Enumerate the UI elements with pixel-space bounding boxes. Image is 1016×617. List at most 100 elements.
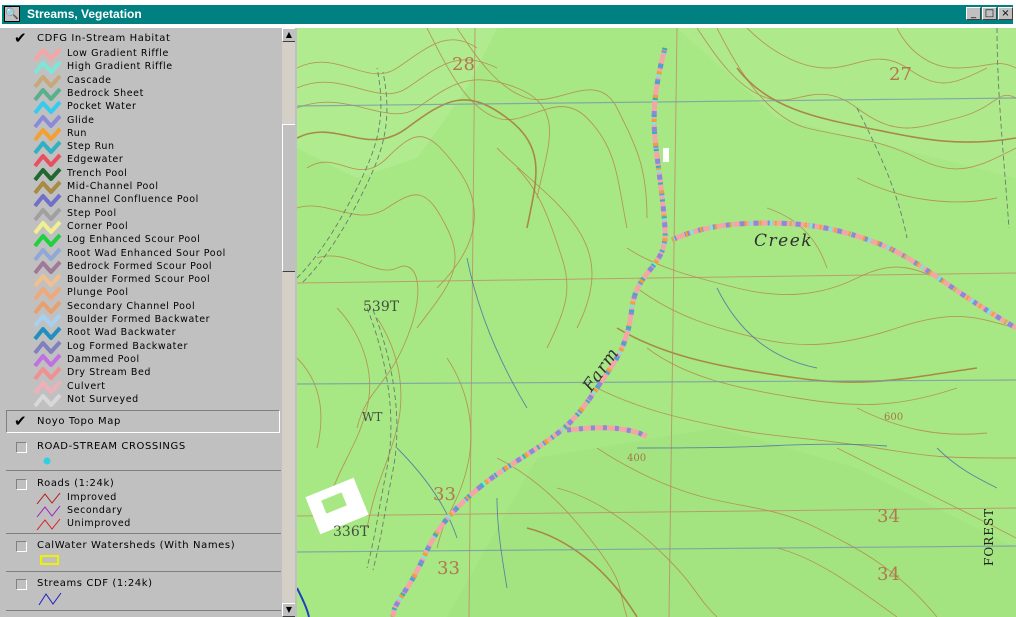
habitat-legend-label: Dammed Pool — [67, 353, 140, 365]
close-button[interactable]: × — [998, 7, 1013, 20]
habitat-line-symbol — [33, 233, 62, 248]
section-label: 34 — [877, 506, 900, 527]
section-label: 34 — [877, 564, 900, 585]
habitat-line-symbol — [33, 140, 62, 155]
habitat-legend-label: High Gradient Riffle — [67, 61, 173, 73]
habitat-line-symbol — [33, 300, 62, 314]
app-icon[interactable]: 🔍 — [4, 6, 20, 22]
habitat-line-symbol — [33, 353, 62, 367]
habitat-legend-label: Corner Pool — [67, 220, 129, 232]
contour-label: 400 — [627, 453, 647, 464]
separator — [6, 571, 281, 572]
habitat-line-symbol — [33, 47, 62, 61]
habitat-legend-label: Boulder Formed Scour Pool — [67, 274, 211, 286]
habitat-legend-label: Pocket Water — [67, 101, 137, 113]
maximize-button[interactable]: □ — [982, 7, 997, 20]
habitat-line-symbol — [33, 220, 62, 234]
habitat-legend-label: Mid-Channel Pool — [67, 181, 159, 192]
habitat-legend-label: Not Surveyed — [67, 393, 139, 405]
section-label: 33 — [437, 558, 460, 579]
minimize-button[interactable]: _ — [966, 7, 981, 20]
habitat-line-symbol — [33, 313, 62, 327]
habitat-legend-label: Root Wad Backwater — [67, 327, 177, 339]
habitat-line-symbol — [33, 287, 62, 301]
habitat-checkbox[interactable]: ✔ — [14, 31, 27, 46]
habitat-legend-label: Trench Pool — [67, 167, 128, 179]
habitat-line-symbol — [33, 154, 62, 168]
scroll-up-button[interactable]: ▲ — [282, 28, 295, 42]
habitat-legend-label: Log Formed Backwater — [67, 340, 188, 352]
habitat-legend-label: Channel Confluence Pool — [67, 194, 199, 206]
window-title: Streams, Vegetation — [27, 7, 142, 21]
habitat-legend-label: Secondary Channel Pool — [67, 300, 196, 312]
habitat-legend-label: Log Enhanced Scour Pool — [67, 234, 201, 246]
topo-theme-title[interactable]: Noyo Topo Map — [37, 416, 121, 427]
road-line-symbol — [36, 492, 61, 505]
habitat-legend-label: Step Run — [67, 141, 115, 153]
habitat-line-symbol — [33, 74, 62, 88]
separator — [6, 470, 281, 471]
section-label: 33 — [433, 484, 456, 505]
habitat-line-symbol — [33, 366, 62, 381]
separator — [6, 533, 281, 534]
topo-checkbox[interactable]: ✔ — [14, 414, 27, 429]
contour-label: 600 — [884, 412, 904, 423]
habitat-line-symbol — [33, 247, 62, 261]
habitat-line-symbol — [33, 273, 62, 288]
habitat-line-symbol — [33, 180, 62, 194]
road-legend-label: Improved — [67, 492, 117, 503]
roads-theme-title[interactable]: Roads (1:24k) — [37, 478, 114, 489]
topo-map-canvas[interactable] — [297, 28, 1016, 617]
habitat-legend-label: Step Pool — [67, 207, 117, 219]
legend-panel: ✔ CDFG In-Stream Habitat Low Gradient Ri… — [2, 28, 295, 617]
section-label: 27 — [889, 64, 912, 85]
habitat-line-symbol — [33, 87, 62, 101]
habitat-line-symbol — [33, 193, 62, 208]
watershed-polygon-symbol — [40, 555, 59, 565]
habitat-legend-label: Plunge Pool — [67, 287, 129, 299]
stream-line-symbol — [38, 592, 62, 606]
habitat-legend-label: Bedrock Sheet — [67, 87, 144, 99]
crossings-theme-title[interactable]: ROAD-STREAM CROSSINGS — [37, 441, 186, 452]
crossings-checkbox[interactable] — [16, 442, 27, 453]
habitat-legend-label: Cascade — [67, 74, 112, 86]
map-view[interactable]: 28 27 Creek 539T WT Farm 33 33 34 34 336… — [297, 28, 1016, 617]
habitat-legend-label: Bedrock Formed Scour Pool — [67, 260, 213, 272]
creek-label: Creek — [754, 231, 814, 251]
road-legend-label: Unimproved — [67, 518, 131, 530]
habitat-line-symbol — [33, 60, 62, 75]
water-tank-label: WT — [362, 410, 383, 424]
habitat-line-symbol — [33, 380, 62, 394]
streams-checkbox[interactable] — [16, 579, 27, 590]
habitat-line-symbol — [33, 207, 62, 221]
road-legend-label: Secondary — [67, 505, 123, 517]
scroll-thumb[interactable] — [282, 124, 295, 272]
title-bar: 🔍 Streams, Vegetation _ □ × — [0, 0, 1016, 28]
habitat-legend-label: Run — [67, 127, 88, 139]
habitat-theme-title[interactable]: CDFG In-Stream Habitat — [37, 33, 171, 44]
benchmark-label: 336T — [333, 524, 370, 540]
habitat-legend-label: Root Wad Enhanced Sour Pool — [67, 247, 226, 259]
habitat-legend-label: Dry Stream Bed — [67, 367, 152, 379]
streams-theme-title[interactable]: Streams CDF (1:24k) — [37, 578, 153, 589]
habitat-line-symbol — [33, 326, 62, 341]
road-line-symbol — [36, 519, 61, 531]
title-bar-fill — [2, 5, 1013, 24]
habitat-line-symbol — [33, 114, 62, 128]
watersheds-checkbox[interactable] — [16, 541, 27, 552]
habitat-legend-label: Low Gradient Riffle — [67, 48, 169, 59]
scroll-down-button[interactable]: ▼ — [282, 603, 295, 617]
forest-label: FOREST — [982, 507, 996, 566]
habitat-legend-label: Glide — [67, 114, 95, 126]
road-line-symbol — [36, 505, 61, 518]
habitat-legend-label: Edgewater — [67, 154, 124, 166]
habitat-line-symbol — [33, 260, 62, 274]
habitat-line-symbol — [33, 393, 62, 407]
watersheds-theme-title[interactable]: CalWater Watersheds (With Names) — [37, 540, 235, 551]
habitat-legend-label: Culvert — [67, 380, 106, 392]
separator — [6, 610, 281, 611]
crossing-point-symbol — [43, 457, 51, 465]
section-label: 28 — [452, 54, 475, 75]
roads-checkbox[interactable] — [16, 479, 27, 490]
legend-scrollbar[interactable]: ▲ ▼ — [282, 28, 295, 617]
